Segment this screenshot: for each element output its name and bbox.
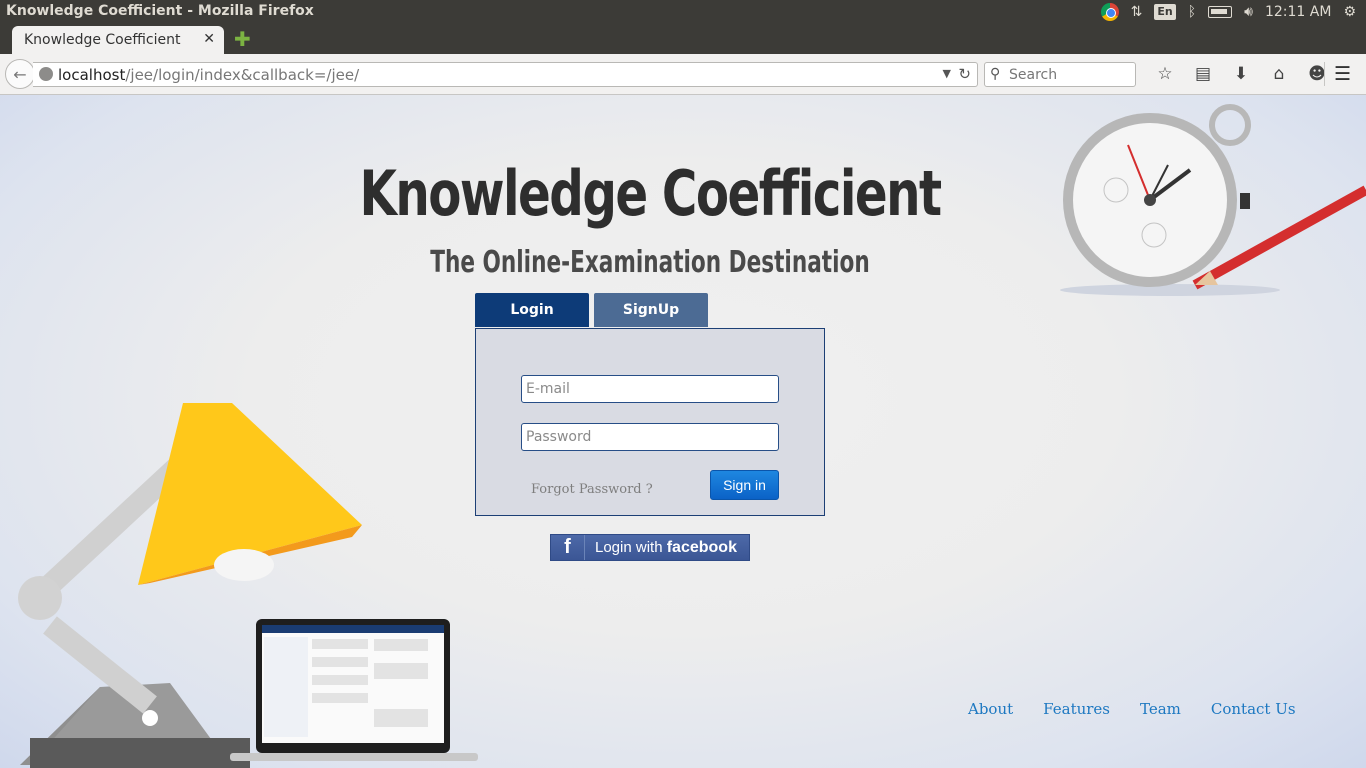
email-field[interactable] bbox=[521, 375, 779, 403]
volume-icon[interactable]: 🔊︎ bbox=[1244, 0, 1253, 24]
navigation-toolbar: ← localhost/jee/login/index&callback=/je… bbox=[0, 54, 1366, 95]
search-input[interactable] bbox=[1009, 65, 1129, 84]
url-path: /jee/login/index&callback=/jee/ bbox=[125, 66, 360, 84]
login-form: Forgot Password ? Sign in bbox=[475, 328, 825, 516]
toolbar-icons: ☆ ▤ ⬇ ⌂ ☻ bbox=[1146, 64, 1336, 84]
bookmark-star-icon[interactable]: ☆ bbox=[1146, 64, 1184, 84]
download-icon[interactable]: ⬇ bbox=[1222, 64, 1260, 84]
power-gear-icon[interactable]: ⚙ bbox=[1343, 0, 1356, 24]
sign-in-button[interactable]: Sign in bbox=[710, 470, 779, 500]
facebook-brand: facebook bbox=[666, 538, 737, 556]
new-tab-icon[interactable]: ✚ bbox=[234, 29, 251, 49]
reading-list-icon[interactable]: ▤ bbox=[1184, 64, 1222, 84]
facebook-login-label: Login with facebook bbox=[585, 539, 737, 557]
chat-icon[interactable]: ☻ bbox=[1298, 64, 1336, 84]
hamburger-menu-icon[interactable]: ☰ bbox=[1334, 63, 1351, 85]
window-title: Knowledge Coefficient - Mozilla Firefox bbox=[6, 3, 314, 19]
search-icon: ⚲ bbox=[990, 66, 1001, 82]
tab-signup[interactable]: SignUp bbox=[594, 293, 708, 327]
globe-icon bbox=[39, 67, 53, 81]
tab-strip: Knowledge Coefficient ✕ ✚ bbox=[0, 24, 1366, 54]
password-field[interactable] bbox=[521, 423, 779, 451]
facebook-icon: f bbox=[551, 535, 585, 560]
clock[interactable]: 12:11 AM bbox=[1265, 4, 1331, 20]
laptop-illustration bbox=[230, 619, 478, 761]
toolbar-divider bbox=[1324, 62, 1325, 86]
back-button[interactable]: ← bbox=[5, 59, 35, 89]
os-top-panel: Knowledge Coefficient - Mozilla Firefox … bbox=[0, 0, 1366, 24]
site-subtitle: The Online-Examination Destination bbox=[430, 245, 870, 280]
site-title: Knowledge Coefficient bbox=[359, 157, 942, 230]
search-bar[interactable]: ⚲ bbox=[984, 62, 1136, 87]
url-bar[interactable]: localhost/jee/login/index&callback=/jee/… bbox=[33, 62, 978, 87]
footer-link-about[interactable]: About bbox=[968, 700, 1013, 718]
close-tab-icon[interactable]: ✕ bbox=[203, 31, 215, 47]
footer-link-features[interactable]: Features bbox=[1043, 700, 1110, 718]
facebook-login-button[interactable]: f Login with facebook bbox=[550, 534, 750, 561]
keyboard-layout-indicator[interactable]: En bbox=[1154, 4, 1176, 20]
footer-link-team[interactable]: Team bbox=[1140, 700, 1181, 718]
url-text[interactable]: localhost/jee/login/index&callback=/jee/ bbox=[58, 66, 359, 84]
network-icon[interactable]: ⇅ bbox=[1131, 0, 1143, 24]
arrow-left-icon: ← bbox=[13, 64, 27, 84]
footer-link-contact-us[interactable]: Contact Us bbox=[1211, 700, 1296, 718]
url-host: localhost bbox=[58, 66, 126, 84]
url-dropdown-icon[interactable]: ▼ bbox=[943, 67, 951, 80]
battery-icon[interactable] bbox=[1208, 6, 1233, 18]
tab-login[interactable]: Login bbox=[475, 293, 589, 327]
reload-icon[interactable]: ↻ bbox=[958, 65, 971, 83]
footer-nav: About Features Team Contact Us bbox=[968, 700, 1326, 718]
forgot-password-link[interactable]: Forgot Password ? bbox=[531, 482, 653, 497]
browser-tab[interactable]: Knowledge Coefficient ✕ bbox=[12, 26, 224, 54]
page-content: Knowledge Coefficient The Online-Examina… bbox=[0, 95, 1366, 768]
home-icon[interactable]: ⌂ bbox=[1260, 64, 1298, 84]
system-tray: ⇅ En ᛒ 🔊︎ 12:11 AM ⚙ bbox=[1100, 0, 1366, 24]
tab-title: Knowledge Coefficient bbox=[24, 32, 181, 48]
chrome-icon[interactable] bbox=[1100, 3, 1119, 21]
bluetooth-icon[interactable]: ᛒ bbox=[1188, 0, 1196, 24]
facebook-login-prefix: Login with bbox=[595, 538, 663, 556]
